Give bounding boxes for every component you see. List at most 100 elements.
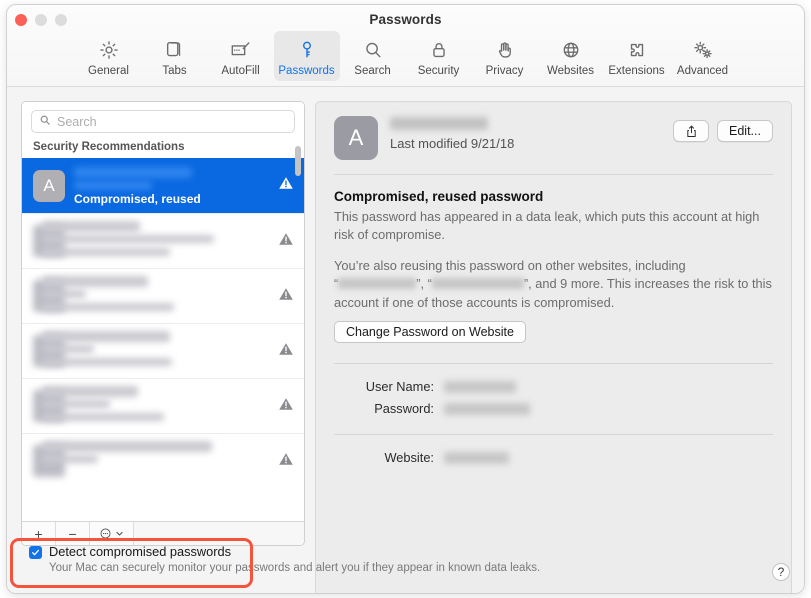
redacted-status — [42, 413, 164, 421]
preferences-window: Passwords General Tabs AutoFill Password… — [6, 4, 805, 594]
window-titlebar: Passwords General Tabs AutoFill Password… — [7, 5, 804, 87]
divider — [334, 433, 773, 435]
list-item-text — [42, 440, 272, 482]
warning-triangle-icon — [278, 175, 294, 196]
list-item[interactable] — [22, 268, 304, 323]
compromised-section-title: Compromised, reused password — [334, 189, 544, 204]
tab-extensions-label: Extensions — [608, 65, 665, 77]
tab-security[interactable]: Security — [406, 31, 472, 81]
tab-extensions[interactable]: Extensions — [604, 31, 670, 81]
list-item[interactable] — [22, 323, 304, 378]
checkbox-description: Your Mac can securely monitor your passw… — [49, 562, 541, 574]
gears-icon — [691, 36, 715, 64]
tab-general[interactable]: General — [76, 31, 142, 81]
redacted-detail — [42, 345, 94, 353]
globe-icon — [560, 36, 582, 64]
list-item-text — [42, 220, 272, 262]
divider — [334, 362, 773, 364]
tab-autofill[interactable]: AutoFill — [208, 31, 274, 81]
checkbox-label: Detect compromised passwords — [49, 544, 232, 559]
search-placeholder: Search — [57, 114, 97, 129]
username-value-redacted[interactable] — [444, 380, 516, 393]
checkbox-text: Detect compromised passwords Your Mac ca… — [49, 544, 540, 574]
redacted-site-2 — [431, 278, 524, 290]
gear-icon — [98, 36, 120, 64]
website-label: Website: — [384, 450, 434, 466]
list-item-text — [42, 330, 272, 372]
website-value-redacted[interactable] — [444, 451, 509, 464]
search-input[interactable]: Search — [31, 110, 295, 133]
tab-websites[interactable]: Websites — [538, 31, 604, 81]
redacted-site-name — [74, 166, 192, 178]
password-list: A Compromised, reused — [22, 158, 304, 488]
tab-passwords[interactable]: Passwords — [273, 31, 340, 81]
compromised-description: This password has appeared in a data lea… — [334, 209, 760, 243]
search-field-icon — [39, 113, 51, 131]
divider — [334, 174, 773, 175]
website-fields: Website: — [334, 447, 773, 469]
passwords-sidebar: Search Security Recommendations A Compro… — [21, 101, 305, 546]
password-label: Password: — [374, 401, 434, 417]
checkmark-icon — [32, 549, 39, 556]
redacted-site-name — [42, 386, 138, 397]
list-item-text — [42, 385, 272, 427]
list-item[interactable] — [22, 433, 304, 488]
checkbox-checked[interactable] — [29, 546, 42, 559]
tab-search[interactable]: Search — [340, 31, 406, 81]
username-label: User Name: — [365, 379, 434, 395]
website-row: Website: — [334, 447, 773, 469]
redacted-detail — [42, 235, 214, 243]
redacted-status — [42, 303, 174, 311]
list-item-text: Compromised, reused — [74, 165, 272, 207]
redacted-site-name — [42, 441, 212, 452]
tabs-icon — [164, 36, 186, 64]
tab-privacy[interactable]: Privacy — [472, 31, 538, 81]
help-button[interactable]: ? — [772, 563, 790, 581]
credential-fields: User Name: Password: — [334, 376, 773, 420]
search-icon — [362, 36, 384, 64]
tab-tabs[interactable]: Tabs — [142, 31, 208, 81]
share-button[interactable] — [673, 120, 709, 142]
tab-privacy-label: Privacy — [485, 65, 524, 77]
password-detail-panel: A Last modified 9/21/18 Edit... Compromi… — [315, 101, 792, 593]
redacted-detail — [42, 290, 86, 298]
redacted-status — [42, 248, 170, 256]
password-row: Password: — [334, 398, 773, 420]
tab-search-label: Search — [354, 65, 391, 77]
preferences-tabbar: General Tabs AutoFill Passwords Search S… — [7, 31, 804, 81]
list-item[interactable] — [22, 378, 304, 433]
redacted-site-name — [42, 276, 148, 287]
redacted-status — [42, 358, 172, 366]
warning-triangle-icon — [278, 396, 294, 417]
tab-tabs-label: Tabs — [162, 65, 187, 77]
list-item[interactable]: A Compromised, reused — [22, 158, 304, 213]
detail-header: A Last modified 9/21/18 Edit... — [334, 116, 773, 160]
sidebar-scrollbar[interactable] — [295, 146, 301, 176]
redacted-username — [74, 180, 152, 190]
search-area: Search — [22, 102, 304, 139]
preferences-footer: Detect compromised passwords Your Mac ca… — [7, 535, 804, 593]
redacted-detail — [42, 400, 110, 408]
window-title: Passwords — [369, 12, 442, 27]
warning-triangle-icon — [278, 231, 294, 252]
tab-passwords-label: Passwords — [278, 65, 335, 77]
tab-autofill-label: AutoFill — [221, 65, 260, 77]
share-icon — [686, 125, 696, 137]
redacted-detail — [42, 455, 98, 463]
detail-header-buttons: Edit... — [673, 116, 773, 142]
tab-general-label: General — [88, 65, 129, 77]
list-item[interactable] — [22, 213, 304, 268]
avatar: A — [334, 116, 378, 160]
redacted-site-name — [42, 221, 140, 232]
tab-advanced-label: Advanced — [676, 65, 729, 77]
redacted-site-name — [42, 331, 170, 342]
warning-triangle-icon — [278, 451, 294, 472]
list-item-text — [42, 275, 272, 317]
detect-compromised-passwords-checkbox[interactable]: Detect compromised passwords Your Mac ca… — [29, 544, 540, 574]
preferences-content: Search Security Recommendations A Compro… — [7, 87, 804, 593]
username-row: User Name: — [334, 376, 773, 398]
tab-advanced[interactable]: Advanced — [670, 31, 736, 81]
change-password-button[interactable]: Change Password on Website — [334, 320, 526, 343]
edit-button[interactable]: Edit... — [717, 120, 773, 142]
password-value-redacted[interactable] — [444, 402, 530, 415]
